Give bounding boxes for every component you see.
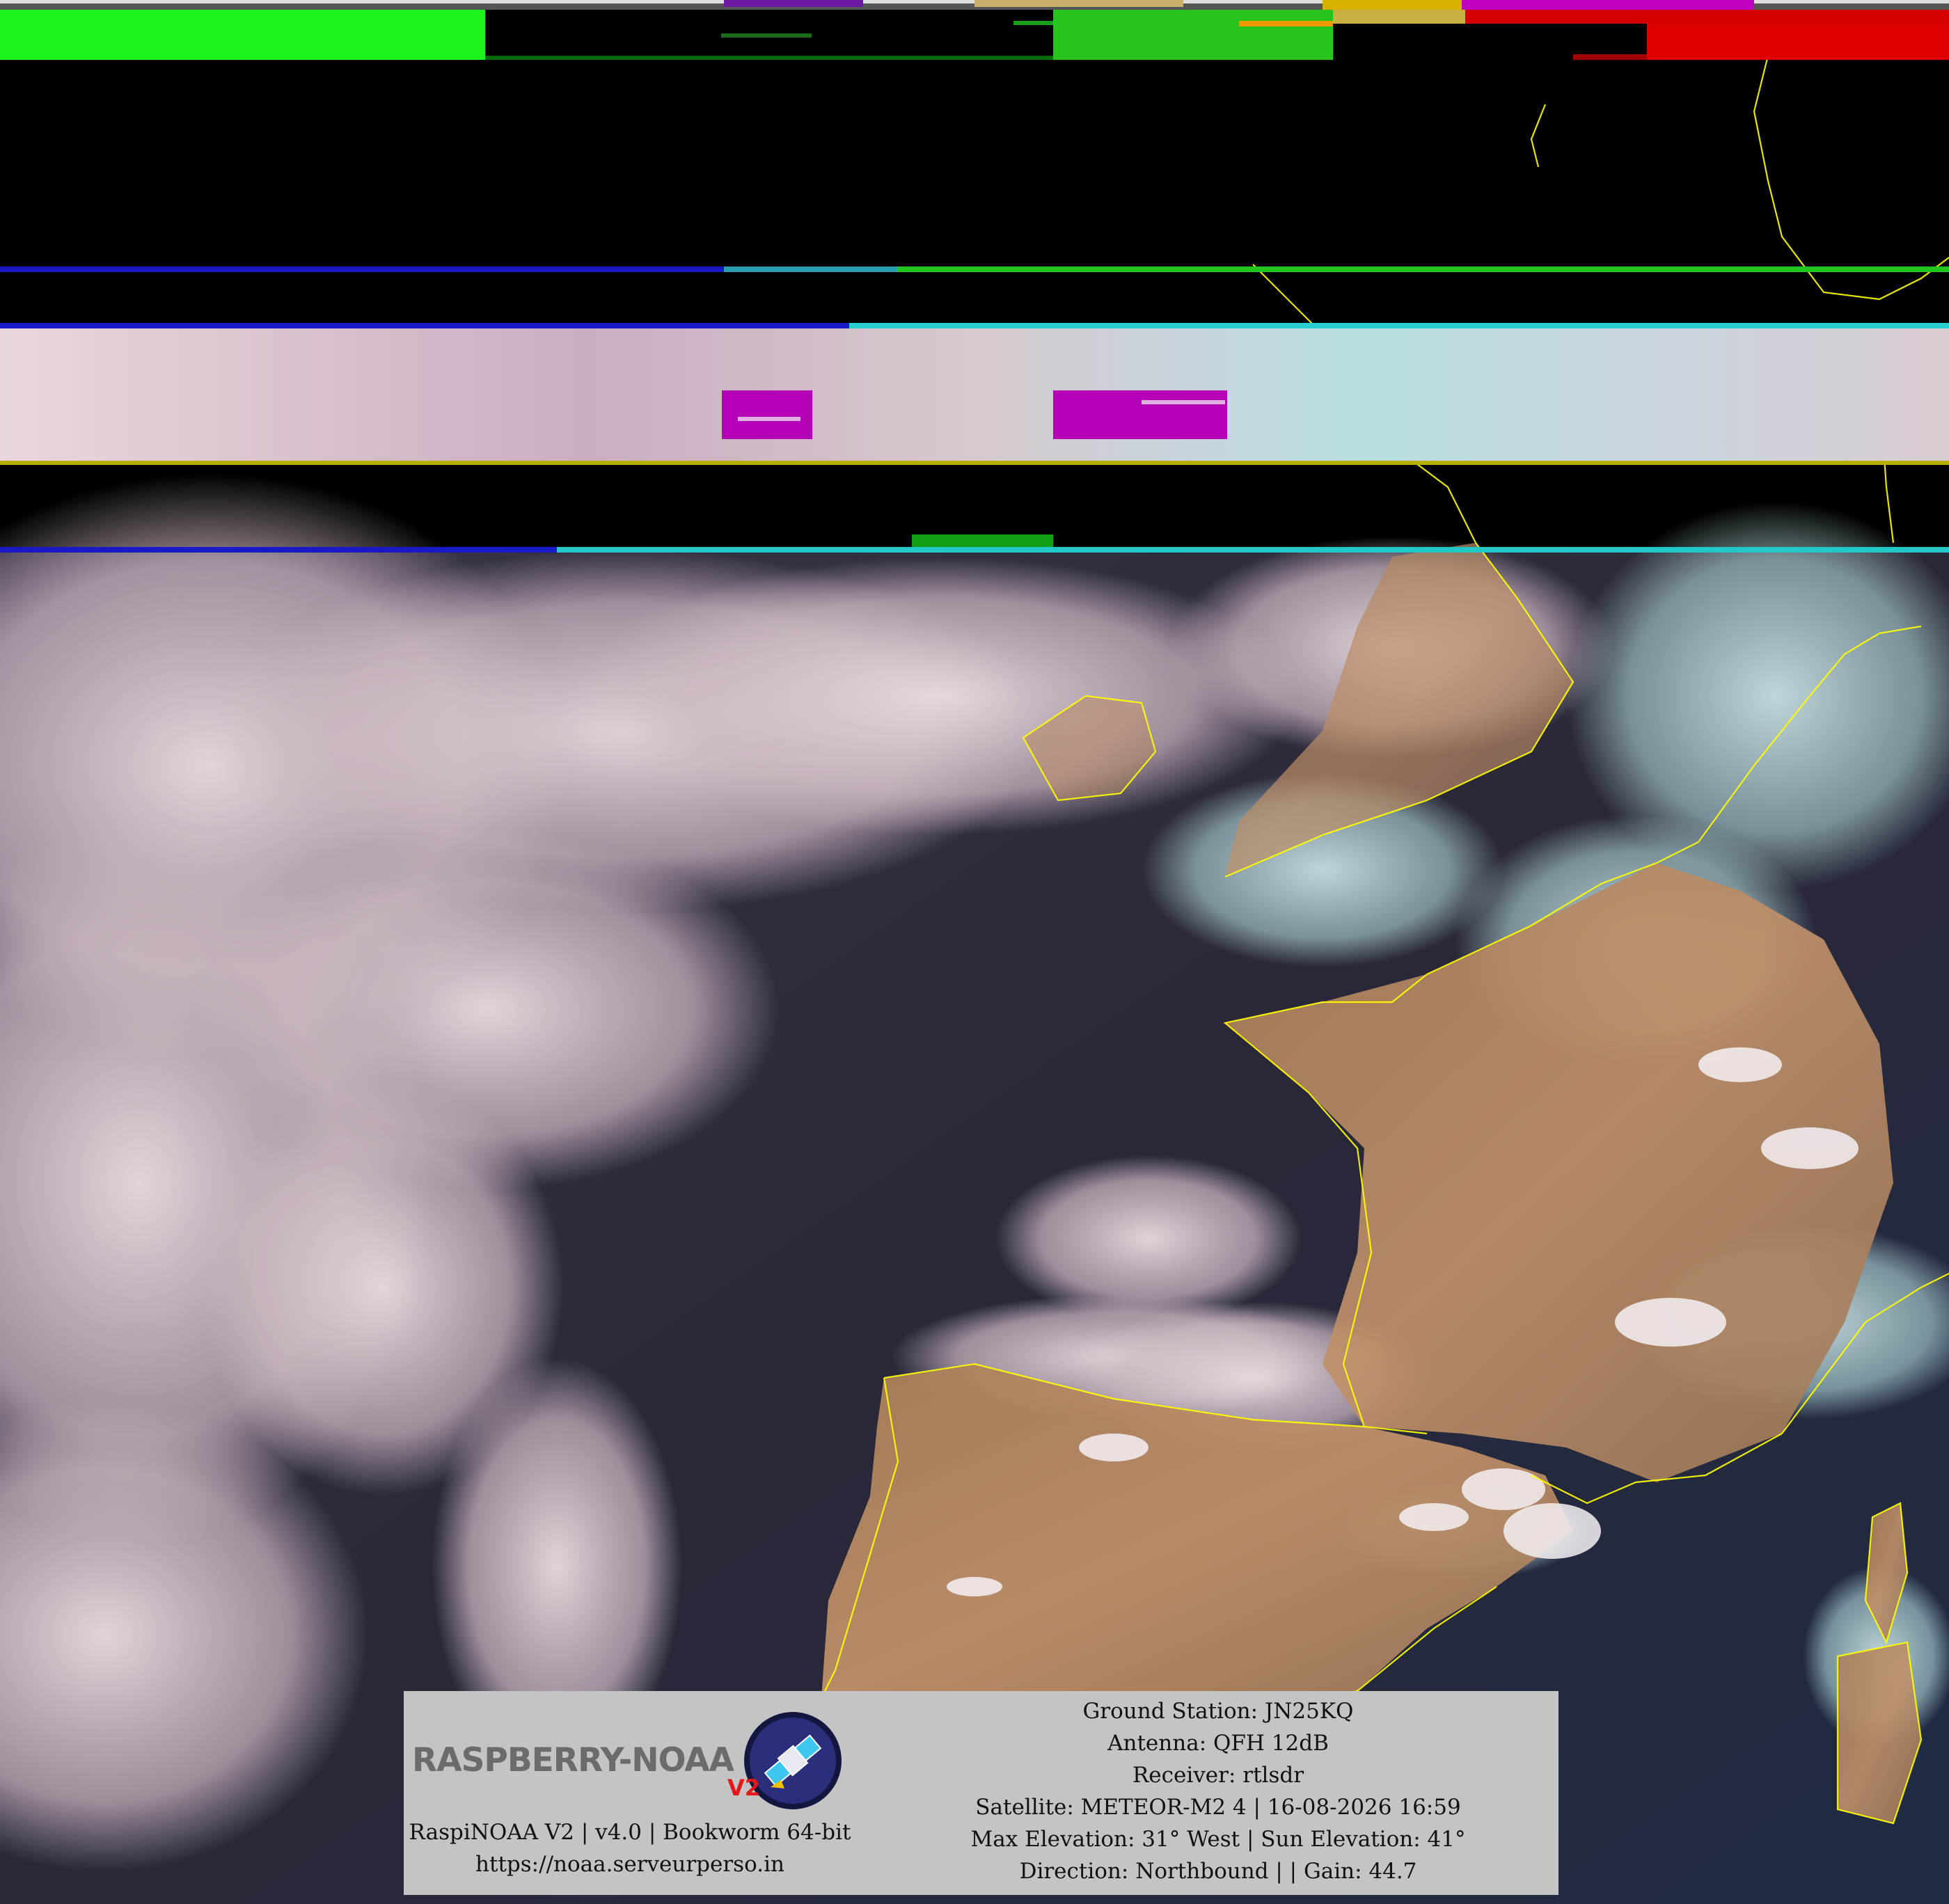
satellite: Satellite: METEOR-M2 4 | 16-08-2026 16:5…	[975, 1795, 1461, 1820]
ground-station: Ground Station: JN25KQ	[1082, 1699, 1354, 1724]
software-info: RaspiNOAA V2 | v4.0 | Bookworm 64-bit ht…	[404, 1816, 856, 1880]
pass-info-panel: RASPBERRY-NOAA V2 RaspiNOAA V2 | v4.0 | …	[404, 1691, 1559, 1895]
satellite-image	[0, 0, 1949, 1904]
direction-gain: Direction: Northbound | | Gain: 44.7	[1019, 1859, 1417, 1884]
receiver: Receiver: rtlsdr	[1132, 1763, 1304, 1788]
station-url: https://noaa.serveurperso.in	[475, 1852, 784, 1877]
signal-glitch-bands	[0, 0, 1949, 553]
software-line: RaspiNOAA V2 | v4.0 | Bookworm 64-bit	[409, 1820, 851, 1845]
antenna: Antenna: QFH 12dB	[1107, 1731, 1329, 1756]
logo-v2-badge: V2	[727, 1775, 761, 1801]
satellite-image-viewer: RASPBERRY-NOAA V2 RaspiNOAA V2 | v4.0 | …	[0, 0, 1949, 1904]
pass-details: Ground Station: JN25KQ Antenna: QFH 12dB…	[891, 1695, 1545, 1887]
logo-block: RASPBERRY-NOAA V2 RaspiNOAA V2 | v4.0 | …	[404, 1691, 856, 1895]
elevation: Max Elevation: 31° West | Sun Elevation:…	[970, 1827, 1466, 1852]
logo-text: RASPBERRY-NOAA	[412, 1741, 734, 1779]
